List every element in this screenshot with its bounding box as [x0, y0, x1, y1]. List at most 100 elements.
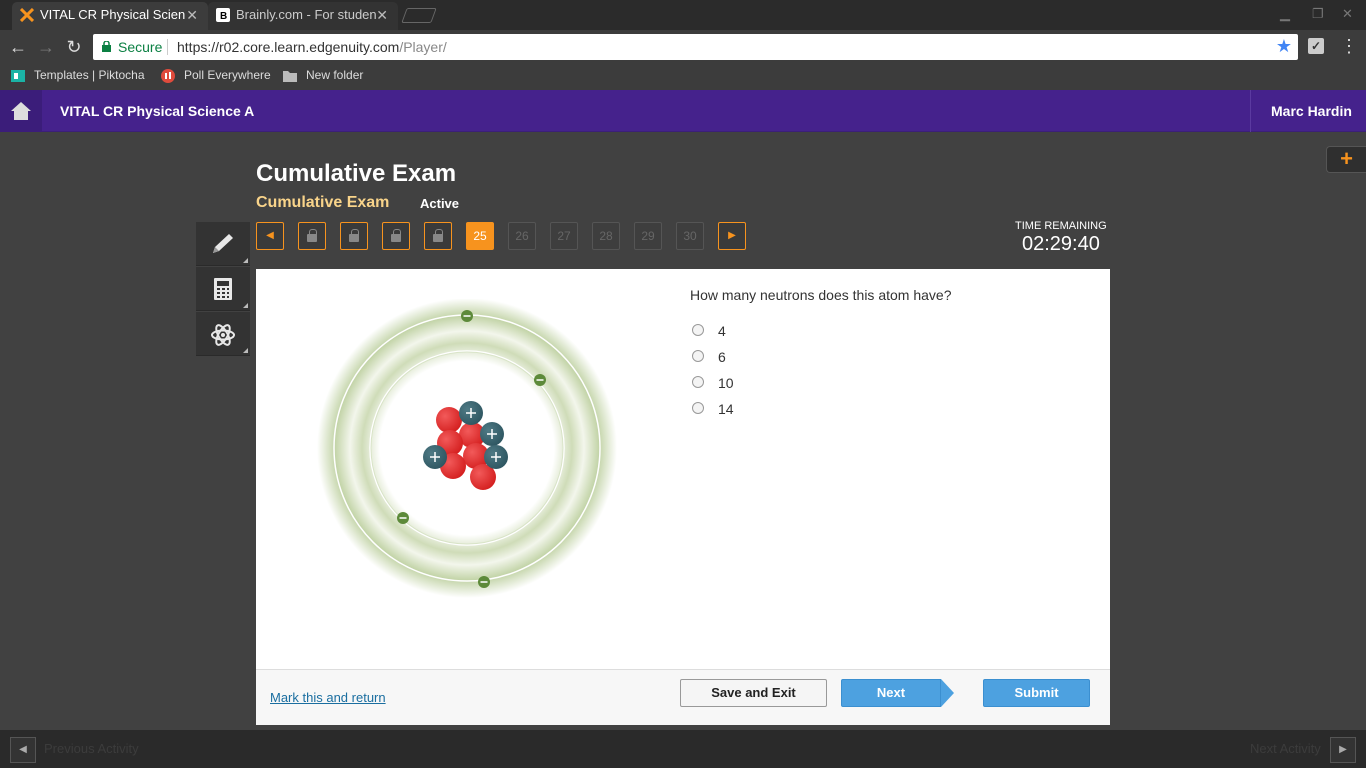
atom-diagram — [317, 299, 617, 598]
exam-title: Cumulative Exam — [256, 160, 457, 187]
radio-button[interactable] — [692, 376, 704, 388]
locked-question[interactable] — [340, 222, 368, 250]
brainly-b-icon: B — [216, 8, 230, 22]
browser-menu-icon[interactable]: ⋮ — [1340, 36, 1358, 57]
close-tab-icon[interactable]: ✕ — [376, 2, 388, 28]
calculator-icon — [214, 278, 232, 300]
edgenuity-x-icon — [20, 8, 34, 22]
lock-icon — [349, 229, 359, 242]
exam-status: Active — [420, 196, 460, 211]
bookmark-star-icon[interactable]: ★ — [1276, 36, 1292, 57]
forward-icon[interactable]: → — [35, 36, 57, 58]
option-label[interactable]: 14 — [718, 401, 734, 417]
nucleon-plus — [459, 401, 483, 425]
next-button[interactable]: Next — [841, 679, 954, 707]
radio-button[interactable] — [692, 350, 704, 362]
question-number[interactable]: 26 — [508, 222, 536, 250]
pencil-tool[interactable] — [196, 222, 250, 266]
home-button[interactable] — [0, 90, 42, 132]
tool-corner — [243, 303, 248, 308]
question-panel: How many neutrons does this atom have? 4… — [256, 269, 1110, 725]
lock-icon — [102, 41, 111, 52]
lock-icon — [433, 229, 443, 242]
extension-check-icon[interactable]: ✓ — [1308, 38, 1324, 54]
option-label[interactable]: 10 — [718, 375, 734, 391]
url-path: /Player/ — [399, 39, 447, 55]
next-activity-label[interactable]: Next Activity — [1250, 741, 1321, 756]
bookmark-label: Poll Everywhere — [184, 68, 271, 82]
browser-toolbar: ← → ↻ Secure https://r02.core.learn.edge… — [0, 30, 1366, 64]
url-text[interactable]: https://r02.core.learn.edgenuity.com/Pla… — [177, 39, 447, 55]
electron — [478, 576, 490, 588]
user-menu[interactable]: Marc Hardin — [1250, 90, 1366, 132]
omnibox-divider — [167, 39, 168, 55]
nucleon-plus — [484, 445, 508, 469]
question-number[interactable]: 29 — [634, 222, 662, 250]
activity-nav-bar: ◀ Previous Activity Next Activity ▶ — [0, 730, 1366, 768]
periodic-table-tool[interactable] — [196, 312, 250, 356]
previous-activity-button[interactable]: ◀ — [10, 737, 36, 763]
submit-button[interactable]: Submit — [983, 679, 1090, 707]
radio-button[interactable] — [692, 402, 704, 414]
secure-label: Secure — [118, 39, 163, 55]
bookmark-label: Templates | Piktocha — [34, 68, 145, 82]
new-tab-button[interactable] — [401, 8, 437, 23]
previous-activity-label[interactable]: Previous Activity — [44, 741, 139, 756]
bookmark-item[interactable]: Poll Everywhere — [160, 68, 271, 83]
pencil-icon — [213, 234, 233, 253]
close-window-icon[interactable]: ✕ — [1342, 6, 1353, 22]
next-activity-button[interactable]: ▶ — [1330, 737, 1356, 763]
nucleon-red — [436, 407, 462, 433]
close-tab-icon[interactable]: ✕ — [186, 2, 198, 28]
browser-tab-active[interactable]: VITAL CR Physical Scien ✕ — [12, 2, 208, 30]
question-number[interactable]: 27 — [550, 222, 578, 250]
url-host: https://r02.core.learn.edgenuity.com — [177, 39, 400, 55]
previous-question-button[interactable]: ◀ — [256, 222, 284, 250]
current-question[interactable]: 25 — [466, 222, 494, 250]
svg-text:B: B — [220, 11, 227, 22]
time-remaining-label: TIME REMAINING — [1015, 220, 1107, 232]
browser-tabstrip: VITAL CR Physical Scien ✕ B Brainly.com … — [0, 0, 1366, 30]
next-question-button[interactable]: ▶ — [718, 222, 746, 250]
radio-button[interactable] — [692, 324, 704, 336]
locked-question[interactable] — [424, 222, 452, 250]
folder-icon — [283, 70, 297, 82]
bookmark-label: New folder — [306, 68, 364, 82]
electron — [461, 310, 473, 322]
bookmark-item[interactable]: New folder — [282, 68, 363, 83]
option-label[interactable]: 4 — [718, 323, 726, 339]
locked-question[interactable] — [298, 222, 326, 250]
question-number[interactable]: 30 — [676, 222, 704, 250]
tab-title: VITAL CR Physical Scien — [40, 7, 186, 22]
save-and-exit-button[interactable]: Save and Exit — [680, 679, 827, 707]
question-text: How many neutrons does this atom have? — [690, 287, 952, 303]
nucleon-plus — [423, 445, 447, 469]
question-footer: Mark this and return Save and Exit Next … — [256, 669, 1110, 725]
locked-question[interactable] — [382, 222, 410, 250]
app-header: VITAL CR Physical Science A Marc Hardin — [0, 90, 1366, 132]
tool-corner — [243, 258, 248, 263]
minimize-icon[interactable]: ▁ — [1280, 6, 1290, 22]
back-icon[interactable]: ← — [7, 36, 29, 58]
nucleon-plus — [480, 422, 504, 446]
address-bar[interactable]: Secure https://r02.core.learn.edgenuity.… — [93, 34, 1298, 60]
question-number[interactable]: 28 — [592, 222, 620, 250]
calculator-tool[interactable] — [196, 267, 250, 311]
bookmark-item[interactable]: Templates | Piktocha — [10, 68, 146, 83]
mark-and-return-link[interactable]: Mark this and return — [270, 690, 386, 705]
electron — [534, 374, 546, 386]
reload-icon[interactable]: ↻ — [63, 36, 85, 58]
lock-icon — [307, 229, 317, 242]
poll-everywhere-icon — [161, 68, 175, 83]
user-name: Marc Hardin — [1271, 103, 1352, 119]
expand-plus-button[interactable]: + — [1326, 146, 1366, 173]
time-remaining-value: 02:29:40 — [1022, 233, 1100, 255]
tool-corner — [243, 348, 248, 353]
electron — [397, 512, 409, 524]
atom-icon — [211, 324, 235, 346]
exam-subtitle: Cumulative Exam — [256, 194, 390, 211]
option-label[interactable]: 6 — [718, 349, 726, 365]
restore-icon[interactable]: ❐ — [1312, 6, 1324, 22]
browser-tab[interactable]: B Brainly.com - For studen ✕ — [208, 2, 398, 30]
lock-icon — [391, 229, 401, 242]
